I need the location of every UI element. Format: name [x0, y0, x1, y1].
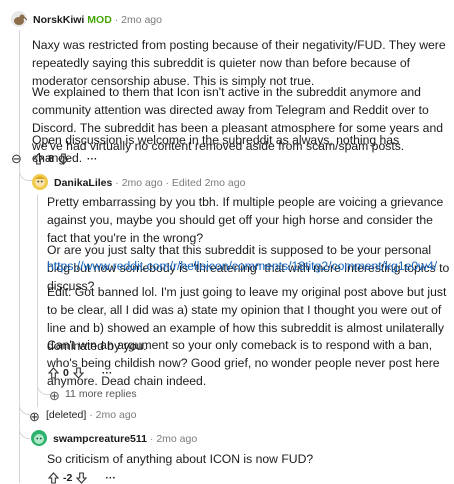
comment-paragraph: Can't win an argument so your only comeb… [47, 338, 440, 388]
avatar[interactable] [11, 11, 27, 27]
comment-paragraph: So criticism of anything about ICON is n… [47, 452, 314, 466]
vote-bar: 8 ··· [33, 153, 97, 165]
comment-header: swampcreature511 · 2mo ago [53, 433, 197, 445]
avatar[interactable] [31, 430, 47, 446]
expand-icon: ⊕ [49, 387, 60, 403]
thread-elbow-swamp [19, 424, 30, 439]
vote-bar: 0 ··· [48, 367, 112, 379]
comment-header: NorskKiwi MOD · 2mo ago [33, 14, 162, 26]
comment-norskkiwi: NorskKiwi MOD · 2mo ago Naxy was restric… [0, 0, 454, 172]
kiwi-avatar-icon [14, 14, 27, 25]
comment-deleted: ⊕ [deleted] · 2mo ago [29, 409, 137, 423]
more-options-button[interactable]: ··· [105, 472, 116, 484]
score: 8 [48, 153, 54, 165]
downvote-icon[interactable] [57, 153, 69, 165]
author-name[interactable]: swampcreature511 [53, 433, 147, 445]
comment-time: · 2mo ago [149, 433, 198, 445]
vote-bar: -2 ··· [48, 472, 116, 484]
comment-link[interactable]: https://www.reddit.com/r/helloicon/comme… [47, 257, 451, 275]
mod-flair: MOD [87, 14, 112, 26]
expand-icon[interactable]: ⊕ [29, 410, 40, 423]
score: -2 [63, 472, 73, 484]
comment-paragraph: Pretty embarrassing by you tbh. If multi… [47, 195, 444, 245]
downvote-icon[interactable] [76, 472, 88, 484]
comment-time: · 2mo ago [114, 14, 162, 26]
more-replies-button[interactable]: ⊕ 11 more replies [49, 387, 137, 403]
upvote-icon[interactable] [33, 153, 44, 165]
comment-header: DanikaLiles · 2mo ago · Edited 2mo ago [54, 177, 245, 189]
snoo-avatar-icon [35, 176, 45, 187]
comment-time: · 2mo ago [89, 409, 137, 421]
author-name[interactable]: NorskKiwi [33, 14, 84, 26]
more-options-button[interactable]: ··· [102, 367, 113, 379]
more-options-button[interactable]: ··· [87, 153, 98, 165]
comment-paragraph: Naxy was restricted from posting because… [32, 38, 446, 88]
downvote-icon[interactable] [72, 367, 84, 379]
more-replies-label: 11 more replies [65, 388, 137, 400]
score: 0 [63, 367, 69, 379]
upvote-icon[interactable] [48, 367, 59, 379]
avatar[interactable] [32, 174, 48, 190]
collapse-icon: ⊖ [11, 151, 22, 166]
snoo-avatar-icon [34, 434, 44, 444]
comment-header: [deleted] · 2mo ago [46, 409, 137, 421]
collapse-button[interactable]: ⊖ [11, 151, 22, 166]
comment-time: · 2mo ago · Edited 2mo ago [115, 177, 246, 189]
author-name: [deleted] [46, 409, 87, 421]
upvote-icon[interactable] [48, 472, 59, 484]
author-name[interactable]: DanikaLiles [54, 177, 112, 189]
